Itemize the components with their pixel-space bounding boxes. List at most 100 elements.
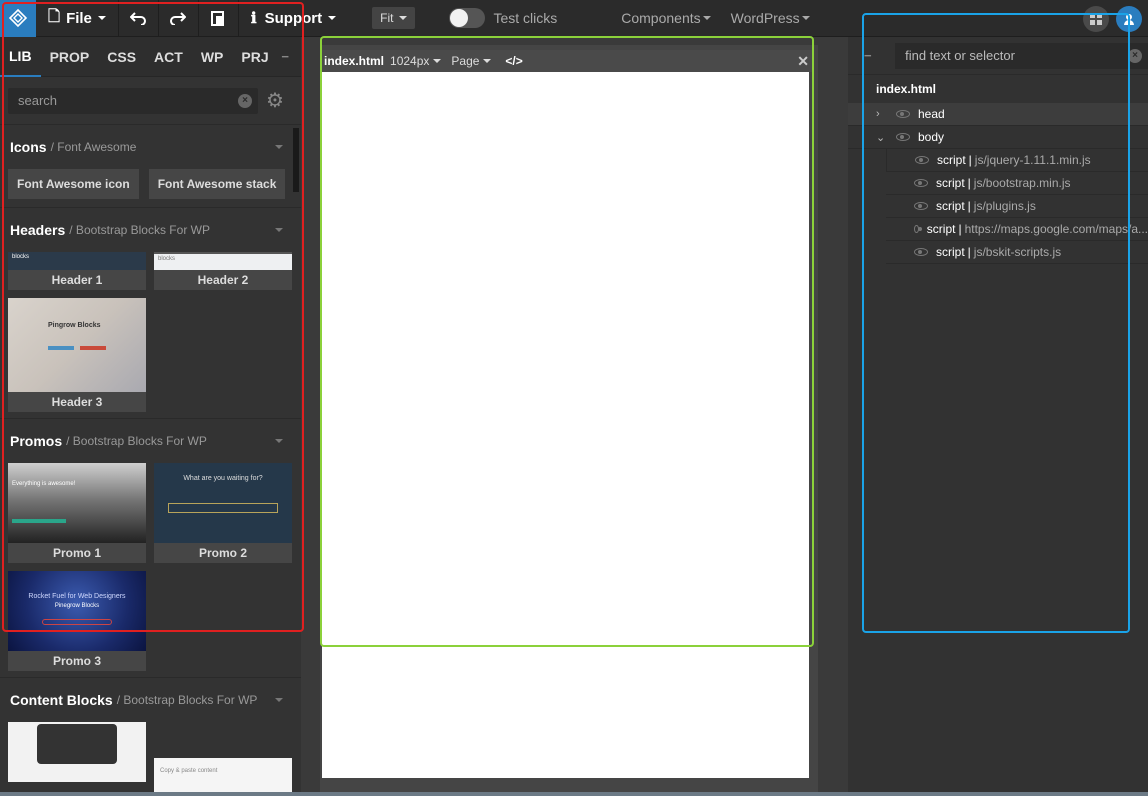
section-title: Content Blocks (10, 692, 113, 708)
page-menu[interactable]: Page (451, 54, 492, 68)
chevron-down-icon (97, 16, 106, 20)
promo-2-preview: What are you waiting for? (154, 463, 292, 543)
section-subtitle: / Font Awesome (50, 140, 137, 154)
content-grid: Copy & paste content (0, 722, 301, 796)
font-awesome-stack-button[interactable]: Font Awesome stack (148, 169, 286, 199)
tree-node-body[interactable]: ⌄ body (848, 126, 1148, 149)
gear-icon[interactable]: ⚙ (266, 88, 284, 113)
tree-node-script[interactable]: script | js/bootstrap.min.js (886, 172, 1148, 195)
eye-icon[interactable] (896, 110, 910, 118)
tree-node-script[interactable]: script | https://maps.google.com/maps/a... (886, 218, 1148, 241)
page-toolbar: index.html 1024px Page </> ✕ (320, 50, 813, 72)
tab-act[interactable]: ACT (145, 37, 192, 77)
fit-zoom-select[interactable]: Fit (372, 7, 416, 29)
block-content-2[interactable]: Copy & paste content (154, 758, 292, 796)
chevron-down-icon (275, 439, 283, 443)
eye-icon[interactable] (914, 202, 928, 210)
preview-cta (12, 519, 66, 523)
clear-icon[interactable]: × (238, 93, 252, 108)
block-header-2[interactable]: blocks Header 2 (154, 252, 292, 290)
tree-search-input[interactable]: find text or selector × (895, 42, 1148, 69)
eye-icon[interactable] (914, 248, 928, 256)
redo-button[interactable] (159, 0, 199, 37)
preview-text: Everything is awesome! (12, 481, 76, 487)
support-label: Support (264, 9, 323, 27)
header-3-preview: Pingrow Blocks (8, 298, 146, 392)
page-canvas[interactable] (322, 72, 809, 778)
app-window: 🗋 File ℹ Support Fit Test clicks Compone… (0, 0, 1148, 796)
tab-prop[interactable]: PROP (41, 37, 99, 77)
support-menu[interactable]: ℹ Support (239, 0, 348, 37)
promos-grid: Everything is awesome! Promo 1 What are … (0, 463, 301, 671)
block-label: Header 1 (51, 273, 103, 287)
width-select[interactable]: 1024px (390, 54, 442, 68)
tree-root[interactable]: index.html (848, 75, 1148, 103)
file-icon: 🗋 (48, 7, 61, 25)
clipboard-icon (211, 11, 225, 26)
components-menu[interactable]: Components (621, 10, 711, 26)
block-header-1[interactable]: blocks Header 1 (8, 252, 146, 290)
chevron-down-icon (399, 16, 408, 20)
eye-icon[interactable] (914, 179, 928, 187)
library-search-input[interactable]: search × (8, 87, 258, 114)
user-button[interactable] (1116, 6, 1142, 32)
undo-button[interactable] (119, 0, 159, 37)
chevron-right-icon[interactable]: › (876, 108, 888, 120)
file-label: File (66, 9, 92, 27)
section-content-blocks[interactable]: Content Blocks / Bootstrap Blocks For WP (0, 678, 301, 722)
tree-search-row: − find text or selector × (848, 37, 1148, 75)
clear-icon[interactable]: × (1128, 48, 1142, 63)
block-header-3[interactable]: Pingrow Blocks Header 3 (8, 298, 146, 412)
page-file-name[interactable]: index.html (324, 54, 384, 68)
preview-text: blocks (12, 254, 30, 260)
tab-css[interactable]: CSS (98, 37, 145, 77)
section-subtitle: / Bootstrap Blocks For WP (66, 434, 207, 448)
minimize-icon[interactable]: − (281, 49, 289, 64)
header-1-preview: blocks (8, 252, 146, 270)
file-menu[interactable]: 🗋 File (36, 0, 119, 37)
wordpress-menu[interactable]: WordPress (731, 10, 810, 26)
tab-lib[interactable]: LIB (0, 37, 41, 77)
preview-text: blocks (158, 256, 176, 262)
preview-text: Pingrow Blocks (48, 322, 101, 329)
promo-1-preview: Everything is awesome! (8, 463, 146, 543)
section-promos[interactable]: Promos / Bootstrap Blocks For WP (0, 419, 301, 463)
tree-node-script[interactable]: script | js/plugins.js (886, 195, 1148, 218)
wordpress-label: WordPress (730, 10, 800, 26)
pinegrow-logo-icon[interactable] (0, 0, 36, 37)
tree-node-script[interactable]: script | js/bskit-scripts.js (886, 241, 1148, 264)
block-promo-3[interactable]: Rocket Fuel for Web Designers Pinegrow B… (8, 571, 146, 671)
tree-node-script[interactable]: script | js/jquery-1.11.1.min.js (886, 149, 1148, 172)
block-promo-1[interactable]: Everything is awesome! Promo 1 (8, 463, 146, 563)
paste-button[interactable] (199, 0, 239, 37)
block-promo-2[interactable]: What are you waiting for? Promo 2 (154, 463, 292, 563)
chevron-down-icon (483, 59, 492, 63)
test-clicks-toggle[interactable] (449, 8, 486, 28)
redo-icon (170, 12, 187, 25)
node-tag: body (918, 130, 945, 144)
eye-icon[interactable] (914, 225, 922, 233)
minimize-icon[interactable]: − (864, 48, 883, 63)
node-attr: js/jquery-1.11.1.min.js (974, 153, 1091, 167)
search-placeholder: search (18, 93, 58, 108)
close-icon[interactable]: ✕ (797, 53, 809, 70)
eye-icon[interactable] (896, 133, 910, 141)
chevron-down-icon (275, 228, 283, 232)
tab-prj[interactable]: PRJ (232, 37, 277, 77)
library-scrollbar[interactable] (293, 128, 299, 192)
node-attr: js/bootstrap.min.js (973, 176, 1071, 190)
block-content-1[interactable] (8, 722, 146, 782)
headers-grid: blocks Header 1 blocks Header 2 Pingrow … (0, 252, 301, 412)
tree-node-head[interactable]: › head (848, 103, 1148, 126)
section-headers[interactable]: Headers / Bootstrap Blocks For WP (0, 208, 301, 252)
tab-wp[interactable]: WP (192, 37, 233, 77)
chevron-down-icon[interactable]: ⌄ (876, 131, 888, 144)
section-title: Promos (10, 433, 63, 449)
section-icons[interactable]: Icons / Font Awesome (0, 125, 301, 169)
eye-icon[interactable] (915, 156, 929, 164)
node-tag: script (936, 176, 965, 190)
layout-button[interactable] (1083, 6, 1109, 32)
code-view-icon[interactable]: </> (505, 54, 522, 68)
node-attr: js/plugins.js (973, 199, 1036, 213)
font-awesome-icon-button[interactable]: Font Awesome icon (8, 169, 139, 199)
